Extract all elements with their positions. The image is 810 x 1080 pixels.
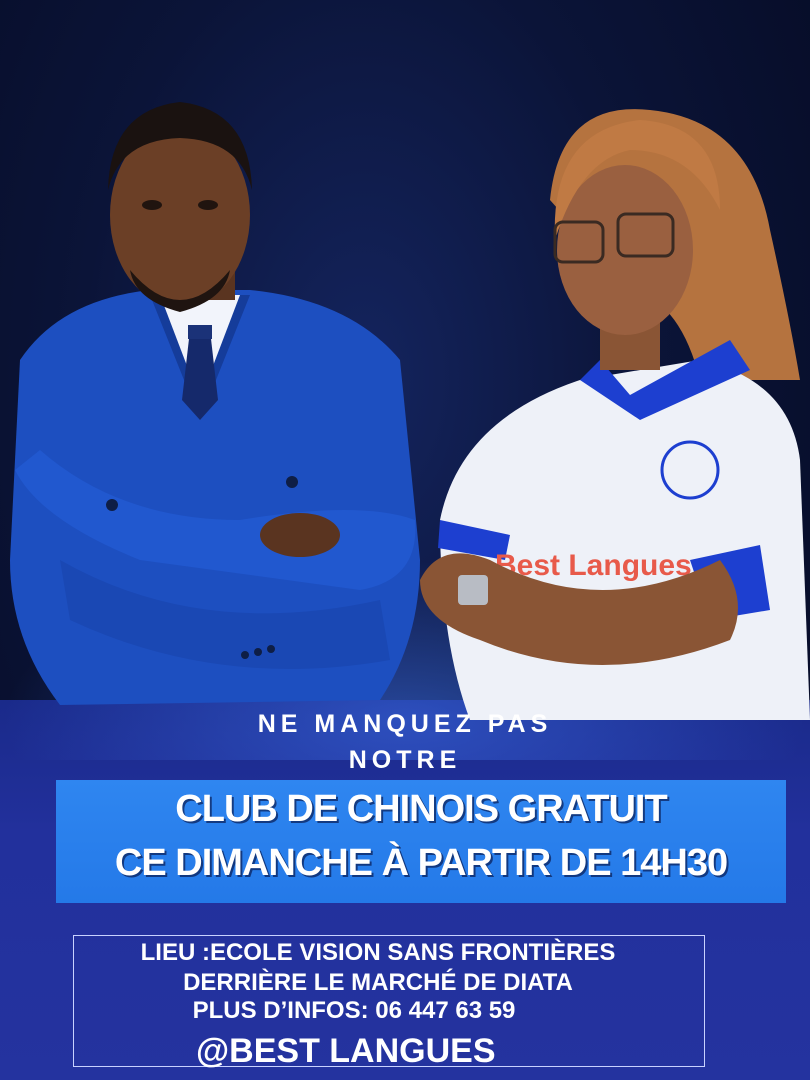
woman-in-white-polo-photo: Best Langues: [420, 109, 810, 720]
event-poster: Best Langues NE MANQUEZ PAS NOTRE CLUB D…: [0, 0, 810, 1080]
man-in-blue-suit-photo: [10, 102, 420, 705]
headline-banner: CLUB DE CHINOIS GRATUIT CE DIMANCHE À PA…: [56, 780, 786, 903]
contact-phone-text: PLUS D’INFOS: 06 447 63 59: [192, 997, 516, 1024]
social-handle: @BEST LANGUES: [196, 1032, 496, 1070]
tagline-line-1: NE MANQUEZ PAS: [257, 710, 553, 738]
headline-line-1: CLUB DE CHINOIS GRATUIT: [175, 788, 667, 830]
location-text: LIEU :ECOLE VISION SANS FRONTIÈRES: [140, 939, 616, 966]
location-detail-text: DERRIÈRE LE MARCHÉ DE DIATA: [183, 969, 573, 996]
tagline-line-2: NOTRE: [348, 746, 462, 774]
headline-line-2: CE DIMANCHE À PARTIR DE 14H30: [114, 842, 728, 884]
